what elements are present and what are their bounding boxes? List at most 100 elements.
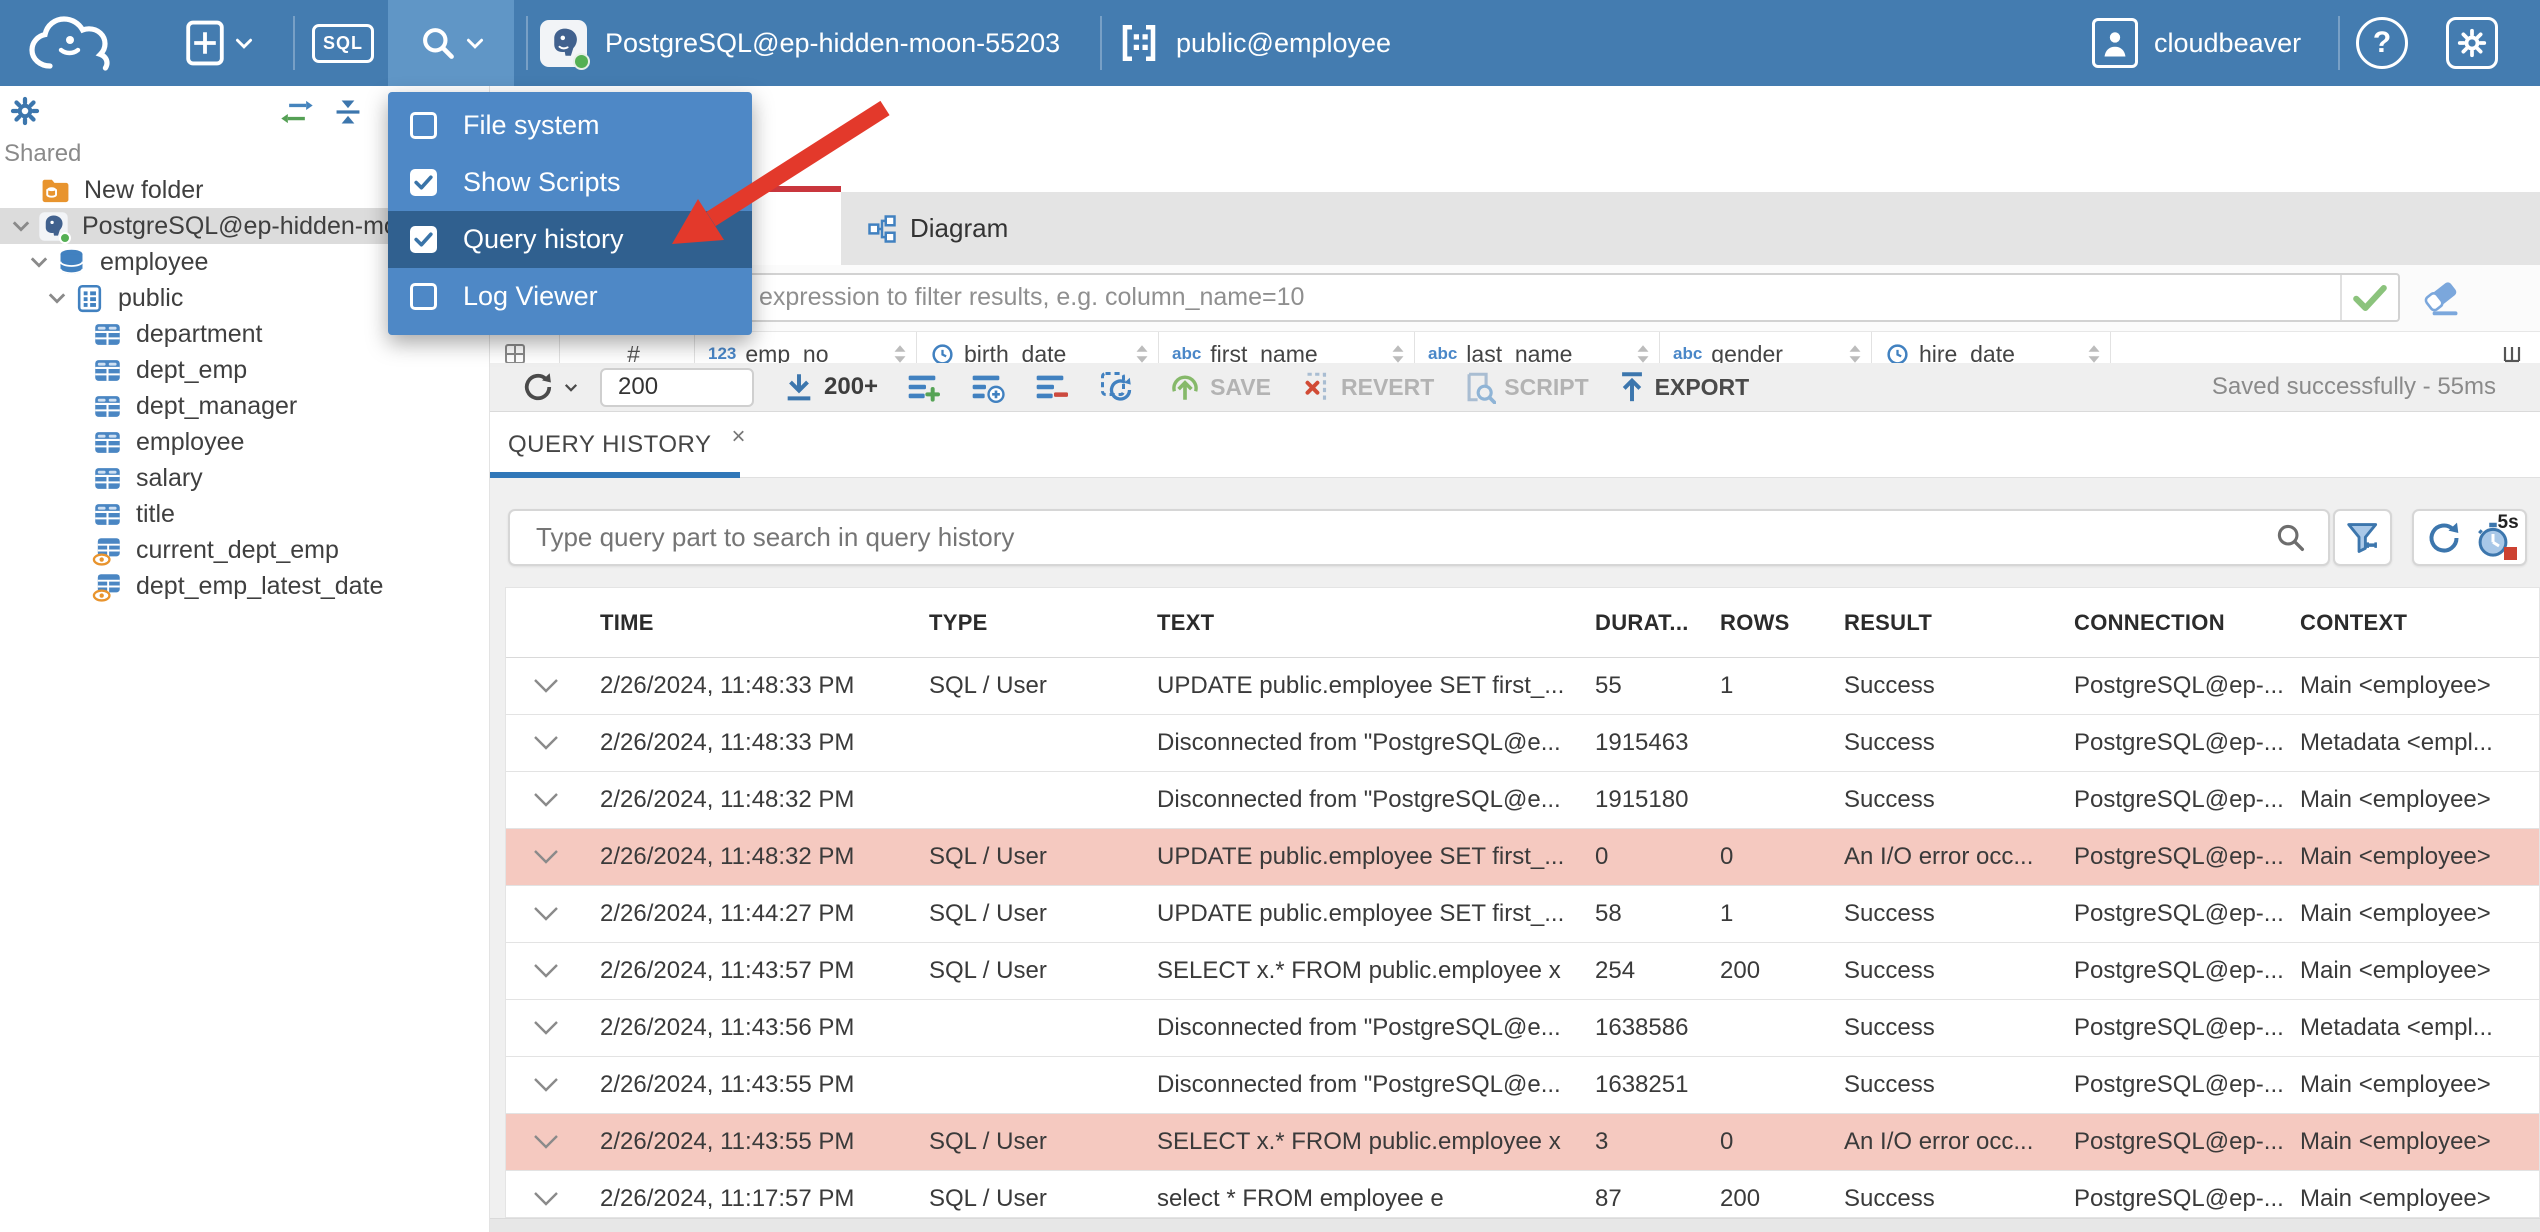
checkbox-checked-icon[interactable] (410, 169, 437, 196)
query-history-search-input[interactable] (510, 522, 2274, 553)
schema-name: public@employee (1176, 27, 1392, 58)
history-cell-text: UPDATE public.employee SET first_... (1157, 900, 1565, 927)
history-cell-connection: PostgreSQL@ep-... (2074, 900, 2284, 927)
cloudbeaver-logo-icon (22, 10, 126, 76)
expand-row-icon[interactable] (506, 1134, 600, 1150)
query-history-tab[interactable]: QUERY HISTORY × (490, 412, 746, 478)
sync-navigator-icon[interactable] (280, 98, 314, 126)
column-header-time[interactable]: TIME (600, 610, 929, 636)
column-header-result[interactable]: RESULT (1844, 610, 2074, 636)
refresh-interval-label: 5s (2497, 511, 2519, 533)
expand-row-icon[interactable] (506, 678, 600, 694)
history-cell-time: 2/26/2024, 11:17:57 PM (600, 1185, 855, 1212)
column-header-type[interactable]: TYPE (929, 610, 1157, 636)
delete-row-button[interactable] (1034, 370, 1070, 404)
checkbox-unchecked-icon[interactable] (410, 283, 437, 310)
fetch-page-size-button[interactable]: 200+ (782, 370, 878, 404)
column-header-rows[interactable]: ROWS (1720, 610, 1844, 636)
tree-item-dept-emp-latest-date[interactable]: dept_emp_latest_date (0, 568, 489, 604)
save-button[interactable]: SAVE (1168, 370, 1271, 404)
refresh-grid-button[interactable] (1098, 369, 1134, 405)
checkbox-checked-icon[interactable] (410, 226, 437, 253)
expand-row-icon[interactable] (506, 906, 600, 922)
menu-item-show-scripts[interactable]: Show Scripts (388, 154, 752, 211)
settings-button[interactable] (2446, 0, 2498, 86)
history-cell-time: 2/26/2024, 11:43:57 PM (600, 957, 855, 984)
expand-row-icon[interactable] (506, 963, 600, 979)
expand-chevron-icon[interactable] (22, 256, 56, 268)
grid-column-header-last-name[interactable]: abc last_name (1415, 332, 1660, 363)
menu-item-query-history[interactable]: Query history (388, 211, 752, 268)
history-cell-duration: 254 (1595, 957, 1636, 984)
history-refresh-button[interactable]: 5s (2412, 509, 2527, 566)
new-connection-button[interactable] (183, 0, 253, 86)
expand-row-icon[interactable] (506, 1191, 600, 1207)
grid-column-header-emp-no[interactable]: 123 emp_no (695, 332, 917, 363)
tree-item-title[interactable]: title (0, 496, 489, 532)
table-row[interactable]: 2/26/2024, 11:48:33 PM SQL / User UPDATE p… (506, 658, 2539, 715)
horizontal-scrollbar[interactable] (490, 1218, 2540, 1232)
table-row[interactable]: 2/26/2024, 11:43:55 PM SQL / User SELECT x… (506, 1114, 2539, 1171)
history-filter-button[interactable] (2333, 509, 2392, 566)
table-row[interactable]: 2/26/2024, 11:48:33 PM Disconnected from … (506, 715, 2539, 772)
expand-row-icon[interactable] (506, 792, 600, 808)
close-icon[interactable]: × (731, 423, 746, 451)
connection-selector[interactable]: PostgreSQL@ep-hidden-moon-55203 (540, 0, 1060, 86)
schema-selector[interactable]: public@employee (1118, 0, 1391, 86)
expand-chevron-icon[interactable] (40, 292, 74, 304)
duplicate-row-button[interactable] (970, 370, 1006, 404)
collapse-all-icon[interactable] (332, 98, 364, 126)
tab-diagram[interactable]: Diagram (841, 192, 1034, 265)
grid-column-header-first-name[interactable]: abc first_name (1159, 332, 1415, 363)
row-limit-input[interactable] (600, 367, 754, 407)
tree-item-current-dept-emp[interactable]: current_dept_emp (0, 532, 489, 568)
refresh-result-button[interactable] (520, 369, 578, 405)
expand-row-icon[interactable] (506, 1020, 600, 1036)
table-row[interactable]: 2/26/2024, 11:43:56 PM Disconnected from … (506, 1000, 2539, 1057)
grid-column-label: last_name (1466, 340, 1573, 364)
table-row[interactable]: 2/26/2024, 11:43:55 PM Disconnected from … (506, 1057, 2539, 1114)
grid-column-header-birth-date[interactable]: birth_date (917, 332, 1159, 363)
eraser-icon[interactable] (2418, 275, 2464, 321)
app-logo[interactable] (22, 0, 126, 86)
navigator-settings-icon[interactable] (10, 96, 40, 126)
export-button[interactable]: EXPORT (1617, 370, 1749, 404)
table-row[interactable]: 2/26/2024, 11:48:32 PM SQL / User UPDATE p… (506, 829, 2539, 886)
tools-menu-button[interactable] (388, 0, 514, 86)
apply-filter-button[interactable] (2340, 275, 2398, 320)
table-row[interactable]: 2/26/2024, 11:17:57 PM SQL / User select *… (506, 1171, 2539, 1217)
tree-item-salary[interactable]: salary (0, 460, 489, 496)
column-header-durat[interactable]: DURAT... (1595, 610, 1720, 636)
tree-item-dept-emp[interactable]: dept_emp (0, 352, 489, 388)
checkbox-unchecked-icon[interactable] (410, 112, 437, 139)
table-row[interactable]: 2/26/2024, 11:48:32 PM Disconnected from … (506, 772, 2539, 829)
table-row[interactable]: 2/26/2024, 11:43:57 PM SQL / User SELECT x… (506, 943, 2539, 1000)
script-button[interactable]: SCRIPT (1462, 370, 1589, 404)
filter-expression-input[interactable] (507, 275, 2340, 320)
row-number-column-header: # (560, 332, 695, 363)
menu-item-log-viewer[interactable]: Log Viewer (388, 268, 752, 325)
grid-column-header-gender[interactable]: abc gender (1660, 332, 1872, 363)
table-row[interactable]: 2/26/2024, 11:44:27 PM SQL / User UPDATE p… (506, 886, 2539, 943)
history-cell-result: Success (1844, 1014, 1935, 1041)
grid-column-header-hire-date[interactable]: hire_date (1872, 332, 2111, 363)
column-header-connection[interactable]: CONNECTION (2074, 610, 2300, 636)
revert-button[interactable]: REVERT (1299, 370, 1434, 404)
menu-item-file-system[interactable]: File system (388, 97, 752, 154)
column-header-text[interactable]: TEXT (1157, 610, 1595, 636)
expand-row-icon[interactable] (506, 1077, 600, 1093)
history-cell-context: Main <employee> (2300, 1128, 2491, 1155)
expand-row-icon[interactable] (506, 735, 600, 751)
sql-editor-button[interactable]: SQL (312, 0, 375, 86)
add-row-button[interactable] (906, 370, 942, 404)
help-button[interactable]: ? (2356, 0, 2408, 86)
expand-row-icon[interactable] (506, 849, 600, 865)
user-menu[interactable]: cloudbeaver (2092, 0, 2301, 86)
expand-chevron-icon[interactable] (4, 220, 38, 232)
history-cell-connection: PostgreSQL@ep-... (2074, 786, 2284, 813)
column-header-context[interactable]: CONTEXT (2300, 610, 2539, 636)
tree-item-dept-manager[interactable]: dept_manager (0, 388, 489, 424)
tree-item-employee[interactable]: employee (0, 424, 489, 460)
revert-label: REVERT (1341, 373, 1435, 400)
history-cell-type: SQL / User (929, 1128, 1047, 1155)
